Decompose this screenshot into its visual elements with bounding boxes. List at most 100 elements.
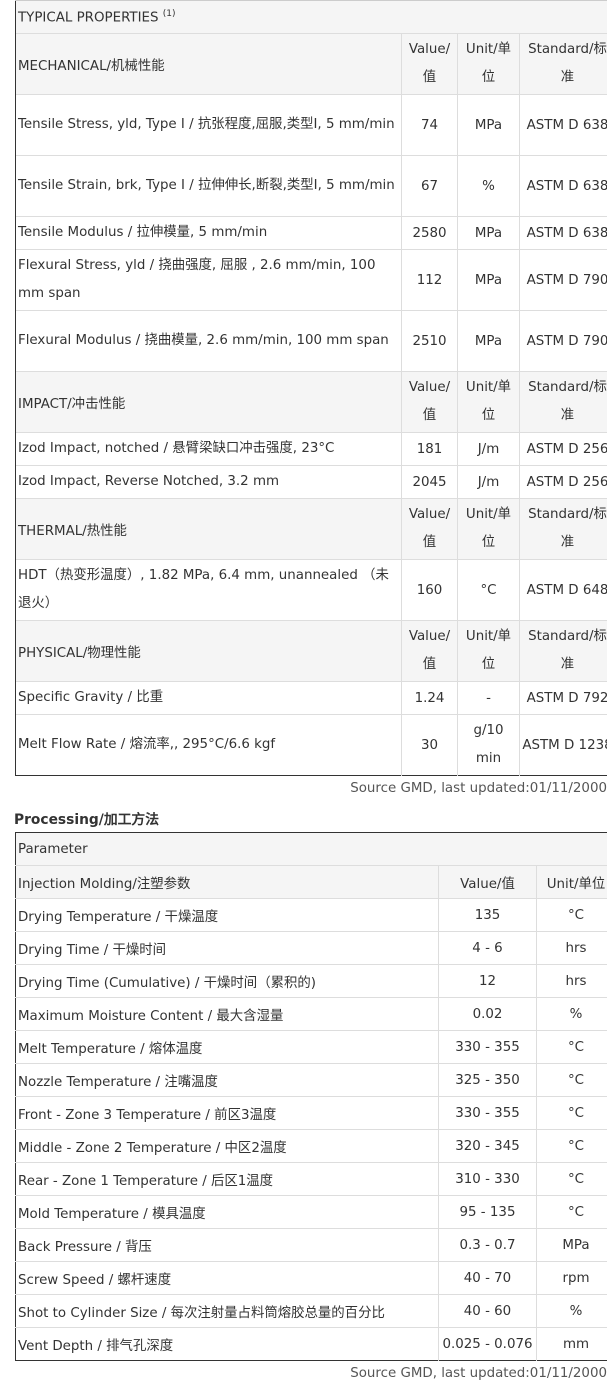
- property-value: 112: [401, 249, 458, 311]
- standard-header: Standard/标准: [519, 371, 607, 433]
- property-unit: °C: [457, 559, 520, 621]
- property-value: 160: [401, 559, 458, 621]
- table-row: Drying Temperature / 干燥温度 135 °C: [15, 898, 607, 932]
- property-label: Izod Impact, notched / 悬臂梁缺口冲击强度, 23°C: [15, 432, 402, 466]
- property-label: Tensile Strain, brk, Type I / 拉伸伸长,断裂,类型…: [15, 155, 402, 217]
- table-row: Melt Flow Rate / 熔流率,, 295°C/6.6 kgf 30 …: [15, 714, 607, 776]
- section-header-row: IMPACT/冲击性能 Value/值 Unit/单位 Standard/标准: [15, 371, 607, 433]
- table-row: Middle - Zone 2 Temperature / 中区2温度 320 -…: [15, 1129, 607, 1163]
- parameter-unit: °C: [536, 1195, 607, 1229]
- parameter-value: 12: [438, 964, 537, 998]
- parameter-value: 0.025 - 0.076: [438, 1327, 537, 1361]
- parameter-unit: °C: [536, 1030, 607, 1064]
- parameter-unit: MPa: [536, 1228, 607, 1262]
- parameter-value: 320 - 345: [438, 1129, 537, 1163]
- table-row: Tensile Stress, yld, Type I / 抗张程度,屈服,类型…: [15, 94, 607, 156]
- parameter-value: 0.02: [438, 997, 537, 1031]
- section-header-row: THERMAL/热性能 Value/值 Unit/单位 Standard/标准: [15, 498, 607, 560]
- table-row: Melt Temperature / 熔体温度 330 - 355 °C: [15, 1030, 607, 1064]
- property-label: Melt Flow Rate / 熔流率,, 295°C/6.6 kgf: [15, 714, 402, 776]
- property-standard: ASTM D 790: [519, 310, 607, 372]
- parameter-header: Parameter: [15, 832, 607, 866]
- unit-header: Unit/单位: [457, 33, 520, 95]
- parameter-value: 4 - 6: [438, 931, 537, 965]
- parameter-value: 325 - 350: [438, 1063, 537, 1097]
- parameter-label: Drying Time / 干燥时间: [15, 931, 439, 965]
- property-standard: ASTM D 256: [519, 432, 607, 466]
- section-title: IMPACT/冲击性能: [15, 371, 402, 433]
- parameter-value: 0.3 - 0.7: [438, 1228, 537, 1262]
- table-row: Nozzle Temperature / 注嘴温度 325 - 350 °C: [15, 1063, 607, 1097]
- parameter-value: 330 - 355: [438, 1096, 537, 1130]
- parameter-unit: °C: [536, 898, 607, 932]
- table-row: Rear - Zone 1 Temperature / 后区1温度 310 - 3…: [15, 1162, 607, 1196]
- typical-properties-table: TYPICAL PROPERTIES (1) MECHANICAL/机械性能 V…: [15, 0, 607, 776]
- section-title: PHYSICAL/物理性能: [15, 620, 402, 682]
- property-standard: ASTM D 638: [519, 216, 607, 250]
- table-row: Screw Speed / 螺杆速度 40 - 70 rpm: [15, 1261, 607, 1295]
- properties-source-note: Source GMD, last updated:01/11/2000: [350, 781, 607, 796]
- table-row: Back Pressure / 背压 0.3 - 0.7 MPa: [15, 1228, 607, 1262]
- parameter-label: Screw Speed / 螺杆速度: [15, 1261, 439, 1295]
- standard-header: Standard/标准: [519, 33, 607, 95]
- property-standard: ASTM D 648: [519, 559, 607, 621]
- table-row: Tensile Modulus / 拉伸模量, 5 mm/min 2580 MP…: [15, 216, 607, 250]
- table-row: Shot to Cylinder Size / 每次注射量占料筒熔胶总量的百分比…: [15, 1294, 607, 1328]
- property-unit: -: [457, 681, 520, 715]
- property-value: 30: [401, 714, 458, 776]
- property-label: HDT（热变形温度）, 1.82 MPa, 6.4 mm, unannealed…: [15, 559, 402, 621]
- section-header-row: MECHANICAL/机械性能 Value/值 Unit/单位 Standard…: [15, 33, 607, 95]
- table-row: Drying Time (Cumulative) / 干燥时间（累积的) 12 hr…: [15, 964, 607, 998]
- property-standard: ASTM D 256: [519, 465, 607, 499]
- property-unit: MPa: [457, 216, 520, 250]
- value-header: Value/值: [438, 865, 537, 899]
- value-header: Value/值: [401, 498, 458, 560]
- parameter-header-row: Parameter: [15, 832, 607, 866]
- parameter-value: 95 - 135: [438, 1195, 537, 1229]
- footnote-marker: (1): [162, 8, 176, 19]
- unit-header: Unit/单位: [457, 371, 520, 433]
- parameter-value: 40 - 60: [438, 1294, 537, 1328]
- property-value: 2580: [401, 216, 458, 250]
- table-row: Flexural Modulus / 挠曲模量, 2.6 mm/min, 100…: [15, 310, 607, 372]
- section-title: THERMAL/热性能: [15, 498, 402, 560]
- parameter-value: 135: [438, 898, 537, 932]
- parameter-value: 40 - 70: [438, 1261, 537, 1295]
- property-unit: MPa: [457, 249, 520, 311]
- processing-table: Parameter Injection Molding/注塑参数 Value/值…: [15, 832, 607, 1361]
- section-title: Injection Molding/注塑参数: [15, 865, 439, 899]
- parameter-label: Shot to Cylinder Size / 每次注射量占料筒熔胶总量的百分比: [15, 1294, 439, 1328]
- table-row: Flexural Stress, yld / 挠曲强度, 屈服 , 2.6 mm…: [15, 249, 607, 311]
- parameter-unit: °C: [536, 1129, 607, 1163]
- standard-header: Standard/标准: [519, 620, 607, 682]
- parameter-label: Drying Time (Cumulative) / 干燥时间（累积的): [15, 964, 439, 998]
- parameter-unit: hrs: [536, 931, 607, 965]
- table-title: TYPICAL PROPERTIES (1): [15, 0, 607, 34]
- table-row: Drying Time / 干燥时间 4 - 6 hrs: [15, 931, 607, 965]
- parameter-label: Drying Temperature / 干燥温度: [15, 898, 439, 932]
- property-unit: J/m: [457, 432, 520, 466]
- parameter-unit: °C: [536, 1096, 607, 1130]
- property-label: Tensile Modulus / 拉伸模量, 5 mm/min: [15, 216, 402, 250]
- property-unit: %: [457, 155, 520, 217]
- table-row: HDT（热变形温度）, 1.82 MPa, 6.4 mm, unannealed…: [15, 559, 607, 621]
- property-value: 67: [401, 155, 458, 217]
- parameter-label: Front - Zone 3 Temperature / 前区3温度: [15, 1096, 439, 1130]
- unit-header: Unit/单位: [536, 865, 607, 899]
- parameter-unit: rpm: [536, 1261, 607, 1295]
- property-unit: g/10 min: [457, 714, 520, 776]
- table-row: Tensile Strain, brk, Type I / 拉伸伸长,断裂,类型…: [15, 155, 607, 217]
- unit-header: Unit/单位: [457, 620, 520, 682]
- table-row: Vent Depth / 排气孔深度 0.025 - 0.076 mm: [15, 1327, 607, 1361]
- parameter-label: Vent Depth / 排气孔深度: [15, 1327, 439, 1361]
- table-row: Front - Zone 3 Temperature / 前区3温度 330 - …: [15, 1096, 607, 1130]
- property-standard: ASTM D 638: [519, 155, 607, 217]
- property-standard: ASTM D 790: [519, 249, 607, 311]
- parameter-unit: °C: [536, 1063, 607, 1097]
- parameter-unit: %: [536, 1294, 607, 1328]
- table-row: Maximum Moisture Content / 最大含湿量 0.02%: [15, 997, 607, 1031]
- table-title-text: TYPICAL PROPERTIES: [18, 10, 159, 26]
- property-unit: J/m: [457, 465, 520, 499]
- parameter-label: Maximum Moisture Content / 最大含湿量: [15, 997, 439, 1031]
- property-label: Izod Impact, Reverse Notched, 3.2 mm: [15, 465, 402, 499]
